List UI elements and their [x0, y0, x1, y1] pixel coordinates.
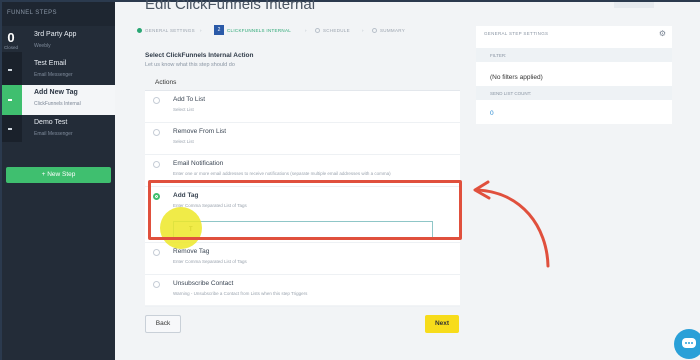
app-window: FUNNEL STEPS 0 Closed 3rd Party App Weeb…	[0, 0, 700, 360]
chat-bubble-icon	[682, 338, 696, 348]
chat-button[interactable]	[674, 329, 700, 359]
curved-arrow-icon	[473, 180, 550, 268]
